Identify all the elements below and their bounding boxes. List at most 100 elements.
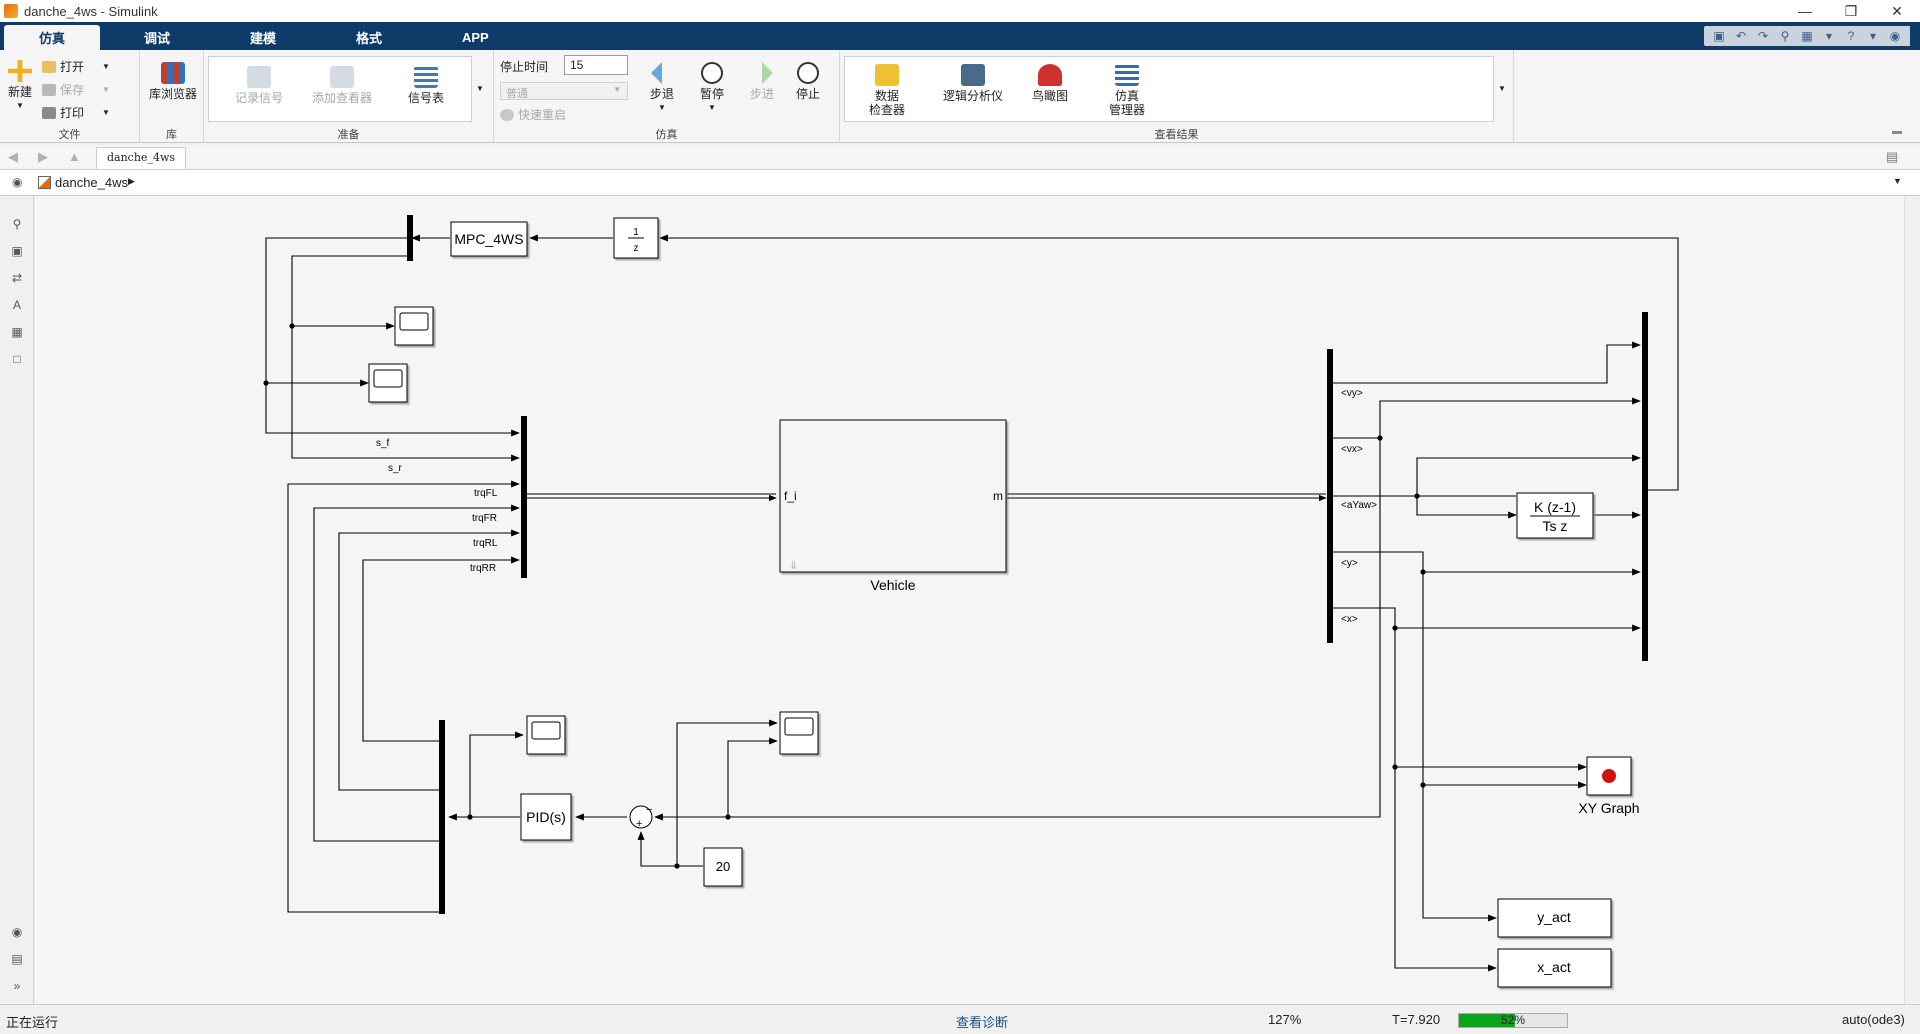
sum-block[interactable]: − + (629, 804, 653, 830)
tab-format[interactable]: 格式 (338, 25, 400, 50)
signal-aYaw-line[interactable] (1416, 454, 1641, 496)
settings-icon[interactable]: ◉ (1886, 28, 1904, 44)
fast-restart-button[interactable]: 快速重启 (500, 106, 566, 123)
model-canvas[interactable]: MPC_4WS 1 z s_f s_r trqFL trqFR trqRL tr… (35, 196, 1904, 1004)
signal-to-scope-line[interactable] (469, 731, 524, 817)
step-forward-button[interactable]: 步进 (744, 62, 780, 101)
explorer-bar-icon[interactable]: ▤ (1886, 149, 1898, 165)
redo-icon[interactable]: ↷ (1754, 28, 1772, 44)
signal-vy-line[interactable] (1333, 341, 1641, 384)
signal-table-button[interactable]: 信号表 (396, 66, 456, 105)
stop-icon (797, 62, 819, 84)
chevron-down-icon[interactable]: ▼ (1893, 176, 1902, 186)
to-workspace-x-block[interactable]: x_act (1497, 948, 1612, 988)
restore-button[interactable]: ❐ (1828, 0, 1874, 22)
fit-to-view-icon[interactable]: ▣ (9, 243, 25, 259)
new-button[interactable]: 新建 ▼ (6, 60, 34, 113)
minimize-button[interactable]: — (1782, 0, 1828, 22)
signal-s_f-line[interactable] (265, 237, 520, 437)
tab-modeling[interactable]: 建模 (232, 25, 294, 50)
back-icon[interactable]: ◀ (8, 149, 18, 165)
image-icon[interactable]: ▦ (9, 324, 25, 340)
collapse-ribbon-icon[interactable]: ▬ (1892, 126, 1902, 137)
scope-block[interactable] (368, 363, 408, 403)
bus-selector-bar[interactable] (1327, 349, 1333, 643)
to-workspace-y-block[interactable]: y_act (1497, 898, 1612, 938)
add-viewer-button[interactable]: 添加查看器 (304, 66, 380, 105)
signal-const-line[interactable] (637, 831, 703, 867)
mux-bar[interactable] (521, 416, 527, 578)
mux-bar[interactable] (407, 215, 413, 261)
open-button[interactable]: 打开 ▼ (42, 58, 110, 75)
dropdown-icon[interactable]: ▾ (1820, 28, 1838, 44)
scope-block[interactable] (779, 711, 819, 755)
mux-bar[interactable] (1642, 312, 1648, 661)
step-back-button[interactable]: 步退 ▼ (644, 62, 680, 115)
print-button[interactable]: 打印 ▼ (42, 104, 110, 121)
mpc-4ws-block[interactable]: MPC_4WS (450, 221, 528, 257)
birds-eye-button[interactable]: 鸟瞰图 (1026, 64, 1074, 103)
solver-info[interactable]: auto(ode3) (1842, 1012, 1905, 1027)
vehicle-subsystem[interactable]: f_i m ⇓ Vehicle (779, 419, 1007, 593)
signal-trqFR-line[interactable] (313, 504, 520, 842)
tab-apps[interactable]: APP (444, 25, 507, 50)
undo-icon[interactable]: ↶ (1732, 28, 1750, 44)
add-viewer-label: 添加查看器 (311, 91, 372, 105)
signal-aYaw-line[interactable] (1416, 496, 1517, 519)
zoom-icon[interactable]: ⚲ (9, 216, 25, 232)
community-icon[interactable]: ▦ (1798, 28, 1816, 44)
search-icon[interactable]: ⚲ (1776, 28, 1794, 44)
simulate-group-label: 仿真 (655, 129, 678, 141)
breadcrumb[interactable]: danche_4ws (55, 175, 128, 190)
annotation-icon[interactable]: A (9, 297, 25, 313)
step-forward-icon (762, 62, 773, 84)
signal-x-line[interactable] (1333, 607, 1497, 972)
constant-block[interactable]: 20 (703, 847, 743, 887)
signal-arrows-icon[interactable]: ⇄ (9, 270, 25, 286)
expand-icon[interactable]: » (9, 978, 25, 994)
signal-to-scope-line[interactable] (727, 737, 778, 817)
signal-y-line[interactable] (1333, 551, 1497, 922)
signal-to-scope-line[interactable] (676, 719, 778, 866)
stop-button[interactable]: 停止 (790, 62, 826, 101)
tab-simulation[interactable]: 仿真 (4, 25, 100, 50)
area-icon[interactable]: □ (9, 351, 25, 367)
log-signals-button[interactable]: 记录信号 (224, 66, 294, 105)
view-diagnostics-link[interactable]: 查看诊断 (956, 1012, 1008, 1031)
library-browser-button[interactable]: 库浏览器 (146, 62, 200, 101)
pid-controller-block[interactable]: PID(s) (520, 793, 572, 841)
property-inspector-icon[interactable]: ▤ (9, 951, 25, 967)
signal-vx-line[interactable] (654, 438, 1381, 821)
discrete-derivative-block[interactable]: K (z-1) Ts z (1516, 492, 1594, 539)
simulation-mode-select[interactable]: 普通 ▼ (500, 82, 628, 100)
demux-bar[interactable] (439, 720, 445, 914)
model-doc-tab[interactable]: danche_4ws (96, 147, 186, 169)
save-button[interactable]: 保存 ▼ (42, 81, 110, 98)
scope-block[interactable] (394, 306, 434, 346)
forward-icon[interactable]: ▶ (38, 149, 48, 165)
gallery-expand-icon[interactable]: ▼ (476, 84, 484, 93)
gallery-expand-icon[interactable]: ▼ (1498, 84, 1506, 93)
pause-label: 暂停 (699, 87, 724, 101)
dropdown-icon[interactable]: ▾ (1864, 28, 1882, 44)
help-icon[interactable]: ? (1842, 28, 1860, 44)
chevron-down-icon: ▼ (16, 101, 24, 110)
logic-analyzer-button[interactable]: 逻辑分析仪 (932, 64, 1014, 103)
unit-delay-block[interactable]: 1 z (613, 217, 659, 259)
camera-icon[interactable]: ◉ (9, 924, 25, 940)
breadcrumb-arrow-icon[interactable]: ▶ (128, 176, 135, 187)
signal-vx-line[interactable] (1333, 397, 1641, 439)
stop-time-input[interactable]: 15 (564, 55, 628, 75)
model-browser-toggle-icon[interactable]: ◉ (12, 175, 22, 189)
xy-graph-block[interactable]: XY Graph (1578, 756, 1640, 816)
sim-manager-button[interactable]: 仿真 管理器 (1102, 64, 1152, 117)
save-icon[interactable]: ▣ (1710, 28, 1728, 44)
tab-debug[interactable]: 调试 (126, 25, 188, 50)
signal-s_r-line[interactable] (291, 255, 520, 462)
scope-block[interactable] (526, 715, 566, 755)
pause-button[interactable]: 暂停 ▼ (694, 62, 730, 115)
data-inspector-button[interactable]: 数据 检查器 (862, 64, 912, 117)
signal-trqRR-line[interactable] (362, 556, 520, 742)
up-level-icon[interactable]: ▲ (68, 149, 81, 164)
close-button[interactable]: ✕ (1874, 0, 1920, 22)
